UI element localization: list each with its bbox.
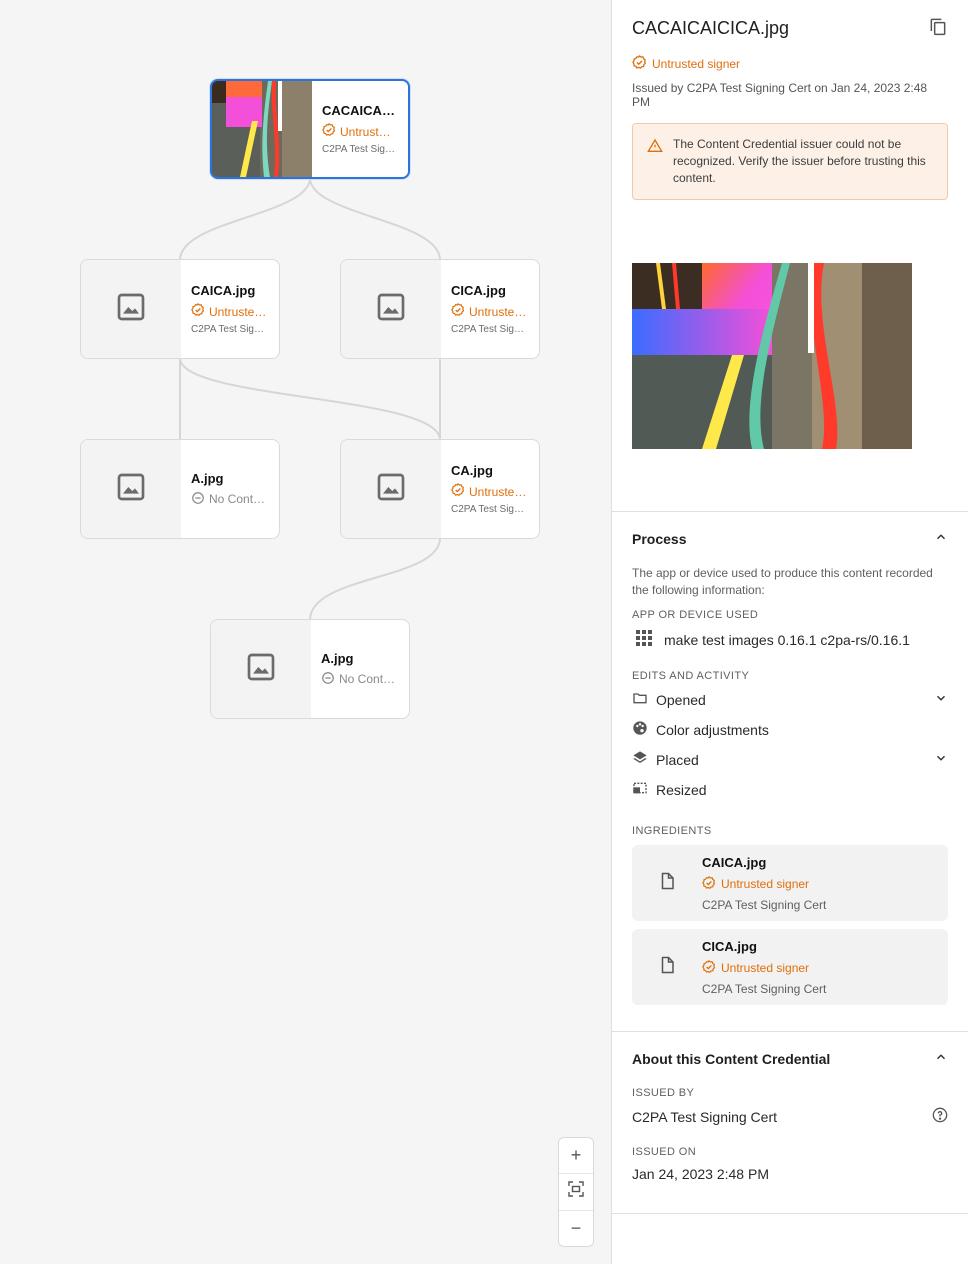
details-panel: CACAICAICICA.jpg Untrusted signer Issued…: [611, 0, 968, 1264]
issued-by-row: C2PA Test Signing Cert: [632, 1107, 948, 1126]
untrusted-badge-icon: [451, 303, 465, 320]
ingredients-caption: INGREDIENTS: [632, 825, 712, 837]
zoom-in-button[interactable]: +: [559, 1138, 593, 1175]
panel-issued-line: Issued by C2PA Test Signing Cert on Jan …: [632, 81, 928, 109]
alert-text: The Content Credential issuer could not …: [673, 137, 926, 185]
node-a-left-name: A.jpg: [191, 470, 224, 486]
no-credential-icon: [191, 491, 205, 508]
issued-by-caption: ISSUED BY: [632, 1087, 695, 1099]
resize-icon: [632, 780, 648, 799]
edit-item-placed[interactable]: Placed: [632, 750, 948, 769]
node-a-bottom[interactable]: A.jpg No Cont…: [210, 619, 410, 719]
node-cica[interactable]: CICA.jpg Untruste… C2PA Test Sig…: [340, 259, 540, 359]
app-row: make test images 0.16.1 c2pa-rs/0.16.1: [632, 629, 948, 650]
process-heading: Process: [632, 530, 687, 547]
edits-caption: EDITS AND ACTIVITY: [632, 670, 750, 682]
node-a-bottom-status: No Cont…: [321, 671, 399, 688]
chevron-up-icon[interactable]: [934, 1050, 948, 1067]
folder-icon: [632, 690, 648, 709]
warning-icon: [647, 138, 663, 159]
node-cica-name: CICA.jpg: [451, 283, 506, 298]
untrusted-badge-icon: [451, 483, 465, 500]
app-value: make test images 0.16.1 c2pa-rs/0.16.1: [664, 631, 910, 648]
node-ca[interactable]: CA.jpg Untruste… C2PA Test Sig…: [340, 439, 540, 539]
node-caica-thumbnail: [81, 260, 181, 358]
ingredient-caica[interactable]: CAICA.jpg Untrusted signer C2PA Test Sig…: [632, 845, 948, 921]
about-heading: About this Content Credential: [632, 1050, 831, 1067]
node-root[interactable]: CACAICAI… Untrust… C2PA Test Sig…: [210, 79, 410, 179]
untrusted-badge-icon: [322, 123, 336, 140]
node-a-left[interactable]: A.jpg No Cont…: [80, 439, 280, 539]
node-root-name: CACAICAI…: [322, 103, 398, 118]
file-icon: [658, 956, 676, 979]
image-placeholder-icon: [245, 651, 277, 688]
ingredient-signer: C2PA Test Signing Cert: [702, 981, 827, 996]
help-icon[interactable]: [932, 1107, 948, 1126]
untrusted-alert: The Content Credential issuer could not …: [632, 123, 948, 200]
image-placeholder-icon: [115, 471, 147, 508]
node-cica-status: Untruste…: [451, 303, 529, 320]
node-cica-signer: C2PA Test Sig…: [451, 324, 524, 335]
process-section: Process The app or device used to produc…: [612, 511, 968, 1031]
fit-view-icon: [568, 1181, 584, 1202]
node-cica-thumbnail: [341, 260, 441, 358]
chevron-down-icon[interactable]: [934, 691, 948, 708]
file-icon: [658, 872, 676, 895]
app-caption: APP OR DEVICE USED: [632, 609, 759, 621]
node-ca-thumbnail: [341, 440, 441, 538]
untrusted-badge-icon: [702, 959, 716, 977]
node-root-status: Untrust…: [322, 123, 398, 140]
node-ca-status: Untruste…: [451, 483, 529, 500]
node-a-bottom-thumbnail: [211, 620, 311, 718]
node-ca-name: CA.jpg: [451, 463, 493, 478]
node-a-left-thumbnail: [81, 440, 181, 538]
issued-on-value: Jan 24, 2023 2:48 PM: [632, 1166, 769, 1182]
chevron-down-icon[interactable]: [934, 751, 948, 768]
ingredient-signer: C2PA Test Signing Cert: [702, 897, 827, 912]
image-placeholder-icon: [375, 291, 407, 328]
provenance-graph[interactable]: CACAICAI… Untrust… C2PA Test Sig… CAICA.…: [0, 0, 611, 1264]
node-root-signer: C2PA Test Sig…: [322, 144, 395, 155]
ingredient-cica[interactable]: CICA.jpg Untrusted signer C2PA Test Sign…: [632, 929, 948, 1005]
fit-view-button[interactable]: [559, 1174, 593, 1211]
issued-by-value: C2PA Test Signing Cert: [632, 1108, 778, 1125]
ingredient-name: CICA.jpg: [702, 938, 757, 954]
node-caica-signer: C2PA Test Sig…: [191, 324, 264, 335]
process-description: The app or device used to produce this c…: [632, 566, 933, 597]
asset-preview-image: [632, 263, 912, 449]
palette-icon: [632, 720, 648, 739]
panel-title: CACAICAICICA.jpg: [632, 18, 790, 38]
image-placeholder-icon: [115, 291, 147, 328]
zoom-controls: + −: [558, 1137, 594, 1247]
node-caica-status: Untruste…: [191, 303, 269, 320]
edit-item-resized: Resized: [632, 780, 948, 799]
node-caica-name: CAICA.jpg: [191, 283, 256, 298]
chevron-up-icon[interactable]: [934, 530, 948, 547]
untrusted-badge-icon: [632, 54, 647, 73]
layers-icon: [632, 750, 648, 769]
edit-item-opened[interactable]: Opened: [632, 690, 948, 709]
untrusted-badge-icon: [702, 875, 716, 893]
copy-icon[interactable]: [928, 16, 948, 41]
issued-on-caption: ISSUED ON: [632, 1146, 697, 1158]
untrusted-badge-icon: [191, 303, 205, 320]
about-section: About this Content Credential ISSUED BY …: [612, 1031, 968, 1214]
apps-grid-icon: [632, 629, 656, 650]
ingredient-name: CAICA.jpg: [702, 854, 767, 870]
node-root-thumbnail: [212, 81, 312, 177]
ingredient-status: Untrusted signer: [702, 959, 826, 977]
node-a-left-status: No Cont…: [191, 491, 269, 508]
ingredient-status: Untrusted signer: [702, 875, 826, 893]
edit-item-color-adjustments: Color adjustments: [632, 720, 948, 739]
node-ca-signer: C2PA Test Sig…: [451, 504, 524, 515]
panel-status: Untrusted signer: [632, 54, 948, 73]
no-credential-icon: [321, 671, 335, 688]
image-placeholder-icon: [375, 471, 407, 508]
node-caica[interactable]: CAICA.jpg Untruste… C2PA Test Sig…: [80, 259, 280, 359]
zoom-out-button[interactable]: −: [559, 1211, 593, 1246]
node-a-bottom-name: A.jpg: [321, 650, 354, 666]
